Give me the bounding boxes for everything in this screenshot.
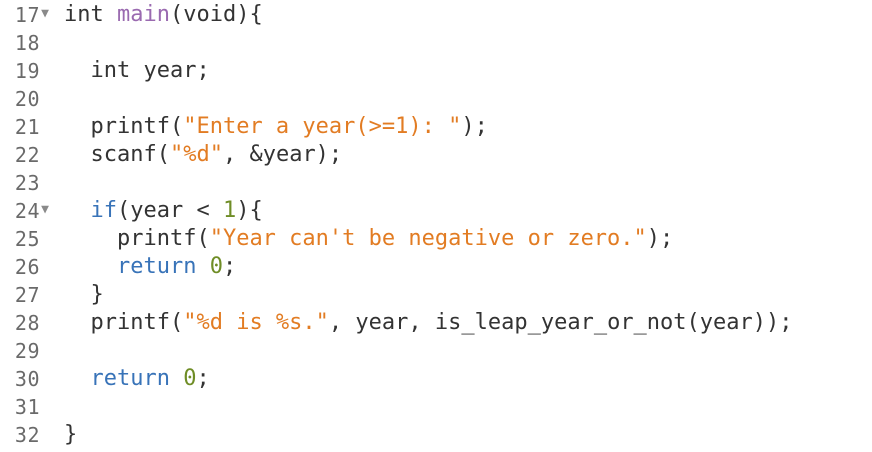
code-token: "Enter a year(>=1): ": [183, 114, 462, 139]
code-text: return 0;: [64, 253, 236, 281]
code-token: ;: [222, 254, 237, 279]
code-line-28[interactable]: 28 printf("%d is %s.", year, is_leap_yea…: [0, 309, 872, 337]
code-token: "Year can't be negative or zero.": [209, 226, 647, 251]
line-number: 32: [14, 423, 40, 447]
code-token: }: [64, 422, 78, 447]
code-line-18[interactable]: 18: [0, 29, 872, 57]
line-number: 27: [14, 283, 40, 307]
code-text: }: [64, 281, 104, 309]
code-token: printf(: [90, 310, 184, 335]
fold-arrow-icon[interactable]: ▼: [38, 1, 52, 29]
code-token: (void){: [169, 2, 263, 27]
code-token: , &year);: [222, 142, 343, 167]
code-token: 0: [183, 366, 197, 391]
line-number: 23: [14, 171, 40, 195]
code-token: 1: [222, 198, 237, 223]
code-line-26[interactable]: 26 return 0;: [0, 253, 872, 281]
code-line-27[interactable]: 27 }: [0, 281, 872, 309]
code-line-23[interactable]: 23: [0, 169, 872, 197]
code-text: int main(void){: [64, 1, 263, 29]
line-number: 18: [14, 31, 40, 55]
code-line-29[interactable]: 29: [0, 337, 872, 365]
line-number: 26: [14, 255, 40, 279]
code-line-31[interactable]: 31: [0, 393, 872, 421]
code-text: int year;: [64, 57, 210, 85]
code-text: printf("%d is %s.", year, is_leap_year_o…: [64, 309, 793, 337]
code-text: return 0;: [64, 365, 210, 393]
code-line-32[interactable]: 32}: [0, 421, 872, 449]
code-line-21[interactable]: 21 printf("Enter a year(>=1): ");: [0, 113, 872, 141]
code-line-19[interactable]: 19 int year;: [0, 57, 872, 85]
code-editor[interactable]: 17 ▼ int main(void){18 19 int year; 20 21 pri…: [0, 0, 872, 452]
code-token: 0: [209, 254, 223, 279]
code-token: "%d": [169, 142, 223, 167]
code-token: ){: [236, 198, 263, 223]
line-number: 21: [14, 115, 40, 139]
code-token: return: [90, 366, 170, 391]
code-text: }: [64, 421, 77, 449]
code-token: return: [116, 254, 197, 279]
line-number: 30: [14, 367, 40, 391]
code-token: ;: [196, 366, 210, 391]
code-token: if: [90, 198, 118, 223]
code-token: main: [117, 2, 170, 27]
code-line-22[interactable]: 22 scanf("%d", &year);: [0, 141, 872, 169]
line-number: 25: [14, 227, 40, 251]
code-line-17[interactable]: 17 ▼ int main(void){: [0, 1, 872, 29]
code-token: );: [461, 114, 488, 139]
code-token: , year, is_leap_year_or_not(year));: [328, 310, 793, 335]
line-number: 20: [14, 87, 40, 111]
code-line-30[interactable]: 30 return 0;: [0, 365, 872, 393]
line-number: 22: [14, 143, 40, 167]
code-token: int: [64, 2, 104, 27]
code-line-25[interactable]: 25 printf("Year can't be negative or zer…: [0, 225, 872, 253]
code-text: scanf("%d", &year);: [64, 141, 343, 169]
line-number: 19: [14, 59, 40, 83]
code-line-24[interactable]: 24 ▼ if(year < 1){: [0, 197, 872, 225]
code-token: printf(: [90, 114, 184, 139]
code-token: scanf(: [90, 142, 170, 167]
line-number: 28: [14, 311, 40, 335]
code-token: (year <: [117, 198, 223, 223]
code-text: printf("Year can't be negative or zero."…: [64, 225, 673, 253]
code-text: printf("Enter a year(>=1): ");: [64, 113, 488, 141]
line-number: 17: [14, 3, 40, 27]
line-number: 24: [14, 199, 40, 223]
line-number: 31: [14, 395, 40, 419]
code-text: if(year < 1){: [64, 197, 263, 225]
code-line-20[interactable]: 20: [0, 85, 872, 113]
code-token: printf(: [116, 226, 210, 251]
line-number: 29: [14, 339, 40, 363]
code-token: }: [90, 282, 104, 307]
code-token: int year;: [90, 58, 210, 83]
code-token: "%d is %s.": [183, 310, 329, 335]
fold-arrow-icon[interactable]: ▼: [38, 197, 52, 225]
code-token: );: [646, 226, 674, 251]
